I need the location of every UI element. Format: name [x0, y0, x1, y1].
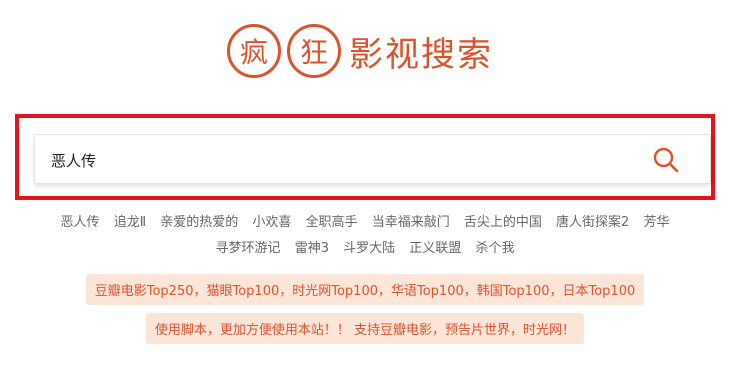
- tag-link[interactable]: 芳华: [643, 215, 669, 230]
- script-notice: 使用脚本，更加方便使用本站！！ 支持豆瓣电影，预告片世界，时光网！: [0, 313, 730, 344]
- search-box: [34, 134, 711, 185]
- site-logo[interactable]: 疯 狂 影视搜索: [0, 24, 730, 78]
- tag-link[interactable]: 斗罗大陆: [343, 241, 395, 256]
- tag-row-1: 恶人传 追龙Ⅱ 亲爱的热爱的 小欢喜 全职高手 当幸福来敲门 舌尖上的中国 唐人…: [0, 210, 730, 236]
- logo-char-1: 疯: [239, 36, 268, 69]
- tag-link[interactable]: 亲爱的热爱的: [160, 215, 238, 230]
- tag-link[interactable]: 寻梦环游记: [216, 241, 281, 256]
- tag-link[interactable]: 杀个我: [475, 241, 514, 256]
- search-input[interactable]: [49, 135, 613, 185]
- tag-link[interactable]: 正义联盟: [409, 241, 461, 256]
- ranking-notice: 豆瓣电影Top250，猫眼Top100，时光网Top100，华语Top100，韩…: [0, 274, 730, 305]
- tag-link[interactable]: 唐人街探案2: [556, 215, 629, 230]
- tag-link[interactable]: 全职高手: [306, 215, 358, 230]
- logo-char-2: 狂: [299, 36, 328, 69]
- hot-search-tags: 恶人传 追龙Ⅱ 亲爱的热爱的 小欢喜 全职高手 当幸福来敲门 舌尖上的中国 唐人…: [0, 210, 730, 262]
- script-notice-text[interactable]: 使用脚本，更加方便使用本站！！ 支持豆瓣电影，预告片世界，时光网！: [145, 313, 585, 344]
- ranking-notice-text[interactable]: 豆瓣电影Top250，猫眼Top100，时光网Top100，华语Top100，韩…: [85, 274, 645, 305]
- logo-text: 影视搜索: [349, 34, 493, 75]
- tag-row-2: 寻梦环游记 雷神3 斗罗大陆 正义联盟 杀个我: [0, 236, 730, 262]
- tag-link[interactable]: 舌尖上的中国: [464, 215, 542, 230]
- tag-link[interactable]: 雷神3: [295, 241, 329, 256]
- tag-link[interactable]: 恶人传: [61, 215, 100, 230]
- search-icon: [653, 147, 679, 173]
- search-button[interactable]: [652, 146, 680, 174]
- tag-link[interactable]: 小欢喜: [252, 215, 291, 230]
- tag-link[interactable]: 当幸福来敲门: [372, 215, 450, 230]
- logo-char-circle-1: 疯: [227, 24, 281, 78]
- logo-char-circle-2: 狂: [287, 24, 341, 78]
- tag-link[interactable]: 追龙Ⅱ: [114, 215, 146, 230]
